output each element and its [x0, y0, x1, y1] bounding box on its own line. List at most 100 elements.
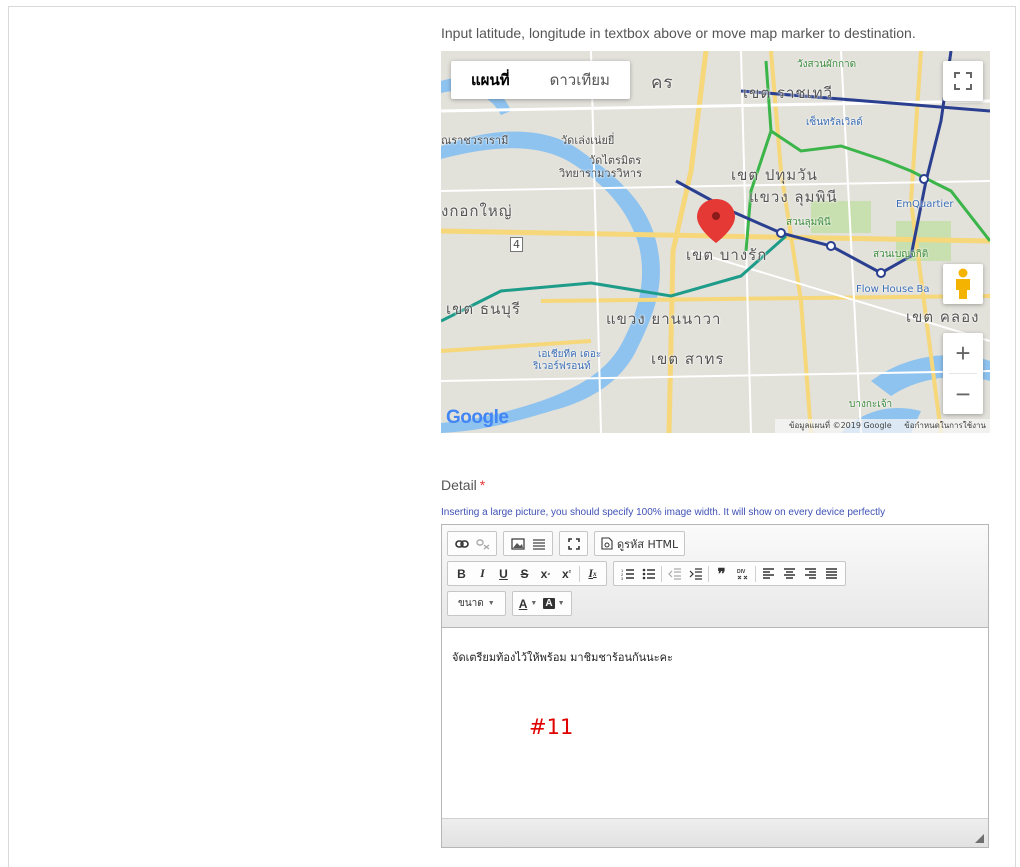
indent-icon — [689, 567, 702, 580]
bold-button[interactable]: B — [451, 563, 472, 584]
toolbar-row-3: ขนาด ▼ A ▼ A ▼ — [447, 591, 983, 616]
chevron-down-icon: ▼ — [557, 600, 565, 607]
bullet-list-icon — [642, 568, 655, 579]
align-justify-button[interactable] — [821, 563, 842, 584]
map-label: เขต ปทุมวัน — [731, 166, 818, 184]
outdent-button[interactable] — [664, 563, 685, 584]
outdent-icon — [667, 567, 681, 580]
color-group: A ▼ A ▼ — [511, 591, 572, 616]
create-div-button[interactable]: DIV — [732, 563, 753, 584]
terms-link[interactable]: ข้อกำหนดในการใช้งาน — [904, 421, 986, 430]
maximize-icon — [567, 537, 580, 550]
toolbar-row-1: ดูรหัส HTML — [447, 531, 983, 556]
unlink-icon — [475, 538, 489, 550]
fullscreen-button[interactable] — [943, 61, 983, 101]
link-group — [447, 531, 497, 556]
map-label: เขต ธนบุรี — [446, 300, 521, 318]
map-label: เขต บางรัก — [686, 246, 768, 264]
map-label: วิทยารามวรวิหาร — [559, 167, 642, 180]
map-label: แขวง ยานนาวา — [606, 310, 722, 328]
subscript-button[interactable]: x₂ — [535, 563, 556, 584]
text-color-button[interactable]: A ▼ — [516, 593, 541, 614]
zoom-control: + − — [943, 333, 983, 414]
svg-text:DIV: DIV — [737, 569, 746, 575]
image-button[interactable] — [507, 533, 528, 554]
align-left-button[interactable] — [758, 563, 779, 584]
numbered-list-icon: 123 — [621, 568, 634, 580]
horizontal-rule-icon — [532, 538, 545, 550]
remove-format-button[interactable]: Ix — [582, 563, 603, 584]
bg-color-button[interactable]: A ▼ — [540, 593, 567, 614]
editor-statusbar — [442, 818, 988, 847]
map-label: งกอกใหญ่ — [441, 202, 513, 220]
editor-content[interactable]: จัดเตรียมท้องไว้ให้พร้อม มาชิมชาร้อนกันน… — [442, 628, 988, 818]
fullscreen-icon — [954, 72, 972, 90]
toolbar-separator — [579, 565, 580, 582]
link-icon — [454, 539, 469, 548]
align-center-icon — [784, 567, 795, 579]
link-button[interactable] — [451, 533, 472, 554]
create-div-icon: DIV — [737, 569, 747, 580]
map-label: วังสวนผักกาด — [797, 59, 857, 70]
zoom-out-button[interactable]: − — [943, 374, 983, 414]
editor-text: จัดเตรียมท้องไว้ให้พร้อม มาชิมชาร้อนกันน… — [452, 651, 673, 664]
map-type-satellite[interactable]: ดาวเทียม — [530, 61, 630, 99]
map-data-credit: ข้อมูลแผนที่ ©2019 Google — [788, 421, 892, 430]
detail-label: Detail * — [441, 477, 485, 493]
svg-text:3: 3 — [621, 576, 624, 580]
unlink-button[interactable] — [472, 533, 493, 554]
map-hint: Input latitude, longitude in textbox abo… — [441, 25, 916, 41]
map-label: บางกะเจ้า — [849, 399, 893, 410]
bg-color-icon: A — [543, 598, 555, 609]
font-size-dropdown[interactable]: ขนาด ▼ — [447, 591, 506, 616]
map-label: วัดเล่งเน่ยยี่ — [561, 134, 615, 147]
align-right-button[interactable] — [800, 563, 821, 584]
map-tiles — [441, 51, 990, 433]
map-label: ณราชวรารามี — [441, 134, 509, 147]
source-icon — [601, 537, 613, 550]
view-group — [559, 531, 588, 556]
map-label: คร — [651, 73, 674, 93]
align-left-icon — [763, 567, 774, 579]
map-label: แขวง ลุมพินี — [749, 188, 838, 206]
underline-button[interactable]: U — [493, 563, 514, 584]
map-label: EmQuartier — [896, 199, 954, 210]
toolbar-separator — [661, 565, 662, 582]
map-label: เขต ราชเทวี — [743, 84, 833, 102]
paragraph-group: 123 ❞ DIV — [613, 561, 846, 586]
chevron-down-icon: ▼ — [487, 600, 495, 607]
blockquote-button[interactable]: ❞ — [711, 563, 732, 584]
road-shield: 4 — [510, 237, 523, 252]
toolbar-separator — [755, 565, 756, 582]
maximize-button[interactable] — [563, 533, 584, 554]
align-center-button[interactable] — [779, 563, 800, 584]
map-type-map[interactable]: แผนที่ — [451, 61, 530, 99]
zoom-in-button[interactable]: + — [943, 333, 983, 373]
map-credits: ข้อมูลแผนที่ ©2019 Google ข้อกำหนดในการใ… — [774, 419, 990, 433]
rich-text-editor: ดูรหัส HTML B I U S x₂ x² Ix 123 ❞ DIV ข… — [441, 524, 989, 848]
required-marker: * — [479, 477, 486, 493]
format-group: B I U S x₂ x² Ix — [447, 561, 607, 586]
detail-label-text: Detail — [441, 477, 477, 493]
source-button[interactable]: ดูรหัส HTML — [598, 533, 681, 554]
horizontal-rule-button[interactable] — [528, 533, 549, 554]
google-logo: Google — [446, 407, 509, 429]
numbered-list-button[interactable]: 123 — [617, 563, 638, 584]
strike-button[interactable]: S — [514, 563, 535, 584]
street-view-button[interactable] — [943, 264, 983, 304]
toolbar-separator — [708, 565, 709, 582]
align-justify-icon — [826, 567, 837, 579]
text-color-icon: A — [518, 596, 528, 611]
italic-button[interactable]: I — [472, 563, 493, 584]
resize-handle[interactable] — [975, 834, 984, 843]
bullet-list-button[interactable] — [638, 563, 659, 584]
font-size-label: ขนาด — [458, 598, 484, 609]
font-size-select[interactable]: ขนาด ▼ — [454, 596, 499, 611]
indent-button[interactable] — [685, 563, 706, 584]
detail-note: Inserting a large picture, you should sp… — [441, 507, 886, 518]
editor-toolbar: ดูรหัส HTML B I U S x₂ x² Ix 123 ❞ DIV ข… — [442, 525, 988, 628]
map-label: ริเวอร์ฟรอนท์ — [533, 361, 591, 372]
map-view[interactable]: วังสวนผักกาด เขต ราชเทวี เซ็นทรัลเวิลด์ … — [441, 51, 990, 433]
superscript-button[interactable]: x² — [556, 563, 577, 584]
source-group: ดูรหัส HTML — [594, 531, 686, 556]
